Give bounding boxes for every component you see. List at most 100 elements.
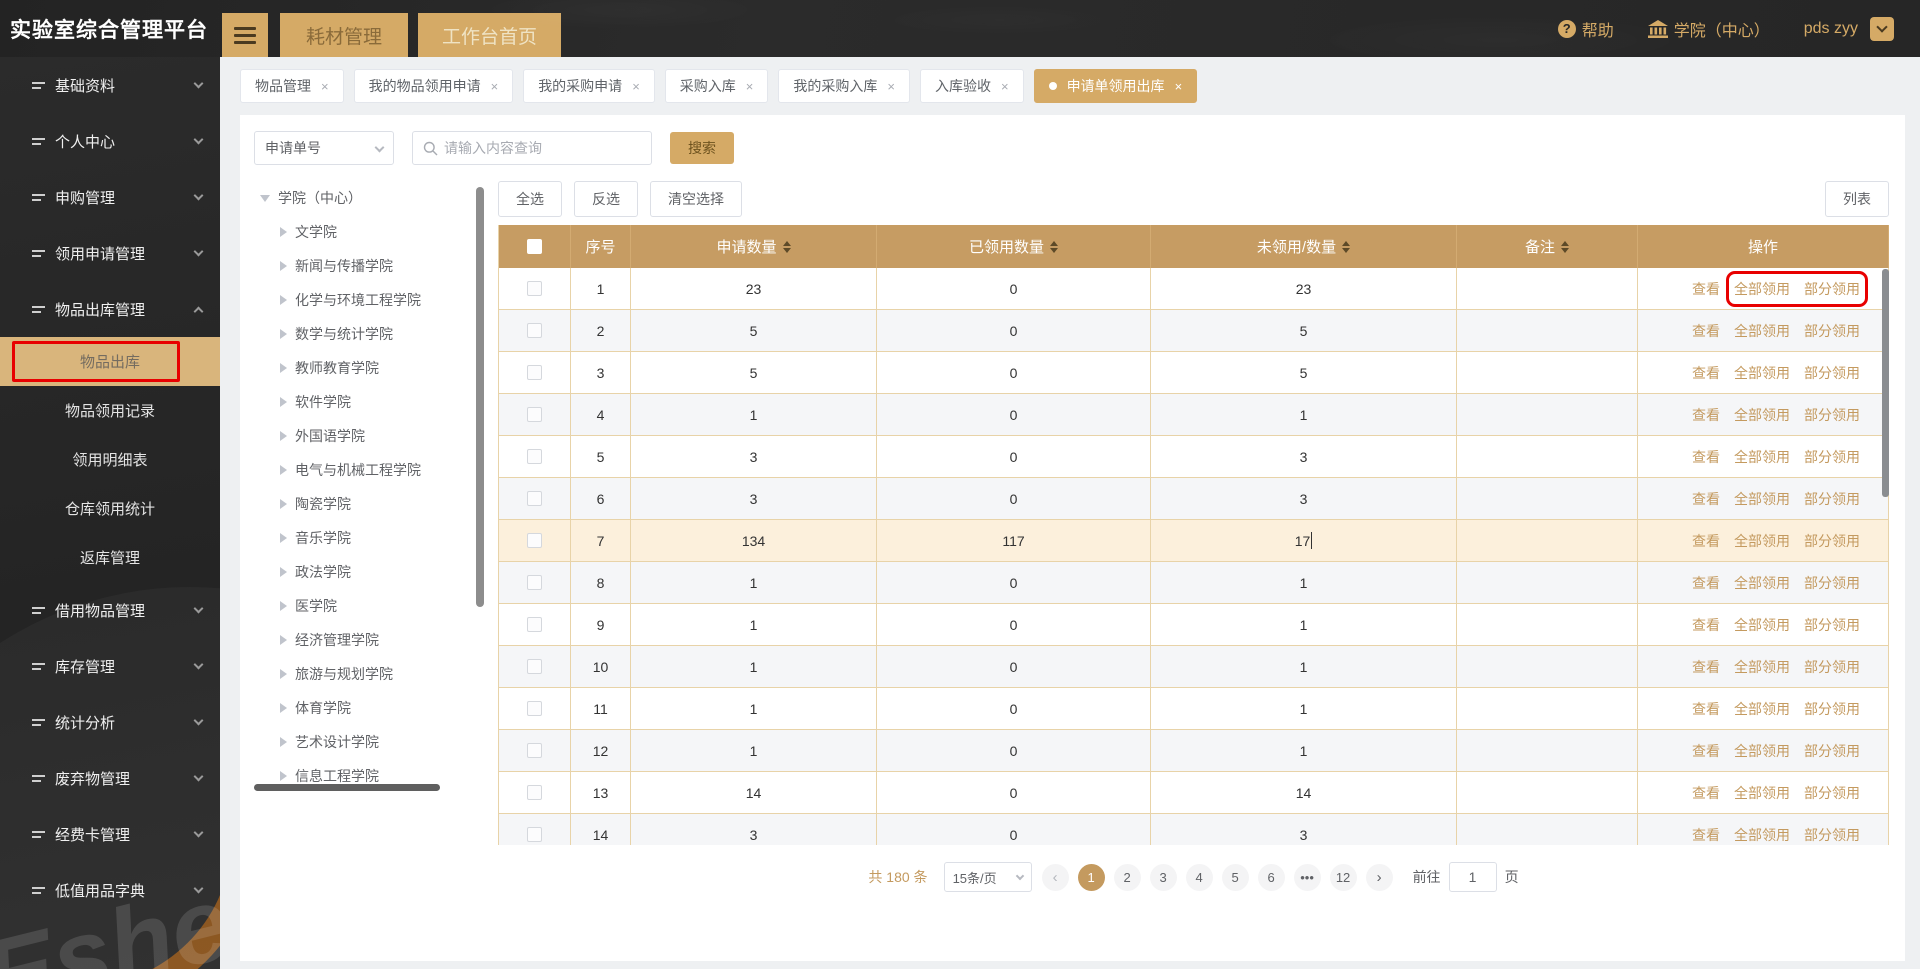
view-link[interactable]: 查看 [1692,615,1720,635]
tab-物品管理[interactable]: 物品管理× [240,69,344,103]
tab-我的物品领用申请[interactable]: 我的物品领用申请× [354,69,514,103]
caret-right-icon[interactable] [280,227,287,237]
tree-item-旅游与规划学院[interactable]: 旅游与规划学院 [254,657,486,691]
receive-all-link[interactable]: 全部领用 [1734,279,1790,299]
caret-right-icon[interactable] [280,329,287,339]
help-button[interactable]: ? 帮助 [1558,17,1614,41]
view-link[interactable]: 查看 [1692,573,1720,593]
receive-all-link[interactable]: 全部领用 [1734,825,1790,845]
close-icon[interactable]: × [491,79,499,94]
sort-icon[interactable] [1561,241,1569,253]
receive-all-link[interactable]: 全部领用 [1734,405,1790,425]
receive-all-link[interactable]: 全部领用 [1734,531,1790,551]
view-link[interactable]: 查看 [1692,699,1720,719]
tab-我的采购申请[interactable]: 我的采购申请× [523,69,655,103]
receive-partial-link[interactable]: 部分领用 [1804,741,1860,761]
page-button-5[interactable]: 5 [1222,864,1249,891]
next-page-button[interactable]: › [1366,864,1393,891]
caret-right-icon[interactable] [280,499,287,509]
user-dropdown-button[interactable] [1870,17,1894,41]
tree-item-数学与统计学院[interactable]: 数学与统计学院 [254,317,486,351]
row-checkbox[interactable] [527,659,542,674]
tree-item-医学院[interactable]: 医学院 [254,589,486,623]
nav-tab-consumables[interactable]: 耗材管理 [280,13,408,57]
receive-partial-link[interactable]: 部分领用 [1804,447,1860,467]
more-pages-button[interactable]: ••• [1294,864,1321,891]
sidebar-subitem-物品出库[interactable]: 物品出库 [0,337,220,386]
tree-item-艺术设计学院[interactable]: 艺术设计学院 [254,725,486,759]
hamburger-button[interactable] [222,13,268,57]
page-button-1[interactable]: 1 [1078,864,1105,891]
caret-down-icon[interactable] [260,195,270,202]
caret-right-icon[interactable] [280,567,287,577]
row-checkbox[interactable] [527,575,542,590]
tab-采购入库[interactable]: 采购入库× [665,69,769,103]
tree-root[interactable]: 学院（中心） [254,181,486,215]
row-checkbox[interactable] [527,743,542,758]
tree-item-软件学院[interactable]: 软件学院 [254,385,486,419]
page-size-select[interactable]: 15条/页 [944,862,1032,892]
page-button-6[interactable]: 6 [1258,864,1285,891]
close-icon[interactable]: × [746,79,754,94]
close-icon[interactable]: × [887,79,895,94]
row-checkbox[interactable] [527,701,542,716]
column-header-申请数量[interactable]: 申请数量 [631,225,877,268]
tree-item-化学与环境工程学院[interactable]: 化学与环境工程学院 [254,283,486,317]
row-checkbox[interactable] [527,365,542,380]
page-button-4[interactable]: 4 [1186,864,1213,891]
sidebar-item-6[interactable]: 库存管理 [0,638,220,694]
receive-all-link[interactable]: 全部领用 [1734,447,1790,467]
row-checkbox[interactable] [527,785,542,800]
sidebar-item-1[interactable]: 个人中心 [0,113,220,169]
sort-icon[interactable] [1342,241,1350,253]
sidebar-item-8[interactable]: 废弃物管理 [0,750,220,806]
caret-right-icon[interactable] [280,261,287,271]
row-checkbox[interactable] [527,407,542,422]
sidebar-item-0[interactable]: 基础资料 [0,57,220,113]
receive-partial-link[interactable]: 部分领用 [1804,783,1860,803]
page-button-12[interactable]: 12 [1330,864,1357,891]
column-header-已领用数量[interactable]: 已领用数量 [877,225,1151,268]
receive-all-link[interactable]: 全部领用 [1734,321,1790,341]
receive-all-link[interactable]: 全部领用 [1734,489,1790,509]
caret-right-icon[interactable] [280,397,287,407]
receive-partial-link[interactable]: 部分领用 [1804,405,1860,425]
tree-horizontal-scrollbar[interactable] [254,784,440,791]
column-header-备注[interactable]: 备注 [1457,225,1638,268]
tree-item-陶瓷学院[interactable]: 陶瓷学院 [254,487,486,521]
receive-partial-link[interactable]: 部分领用 [1804,699,1860,719]
tree-item-音乐学院[interactable]: 音乐学院 [254,521,486,555]
search-button[interactable]: 搜索 [670,132,734,164]
close-icon[interactable]: × [321,79,329,94]
row-checkbox[interactable] [527,827,542,842]
row-checkbox[interactable] [527,533,542,548]
caret-right-icon[interactable] [280,737,287,747]
view-link[interactable]: 查看 [1692,405,1720,425]
sidebar-item-7[interactable]: 统计分析 [0,694,220,750]
caret-right-icon[interactable] [280,771,287,781]
receive-partial-link[interactable]: 部分领用 [1804,489,1860,509]
tree-item-体育学院[interactable]: 体育学院 [254,691,486,725]
receive-partial-link[interactable]: 部分领用 [1804,825,1860,845]
receive-partial-link[interactable]: 部分领用 [1804,321,1860,341]
receive-all-link[interactable]: 全部领用 [1734,741,1790,761]
caret-right-icon[interactable] [280,703,287,713]
close-icon[interactable]: × [1001,79,1009,94]
tab-入库验收[interactable]: 入库验收× [920,69,1024,103]
sidebar-item-9[interactable]: 经费卡管理 [0,806,220,862]
caret-right-icon[interactable] [280,431,287,441]
sidebar-subitem-仓库领用统计[interactable]: 仓库领用统计 [0,484,220,533]
select-all-button[interactable]: 全选 [498,181,562,217]
close-icon[interactable]: × [1175,79,1183,94]
view-link[interactable]: 查看 [1692,531,1720,551]
view-link[interactable]: 查看 [1692,279,1720,299]
caret-right-icon[interactable] [280,363,287,373]
caret-right-icon[interactable] [280,635,287,645]
org-selector[interactable]: 学院（中心） [1648,17,1770,41]
caret-right-icon[interactable] [280,295,287,305]
nav-tab-workbench[interactable]: 工作台首页 [418,13,561,57]
list-view-button[interactable]: 列表 [1825,181,1889,217]
row-checkbox[interactable] [527,617,542,632]
view-link[interactable]: 查看 [1692,321,1720,341]
caret-right-icon[interactable] [280,669,287,679]
